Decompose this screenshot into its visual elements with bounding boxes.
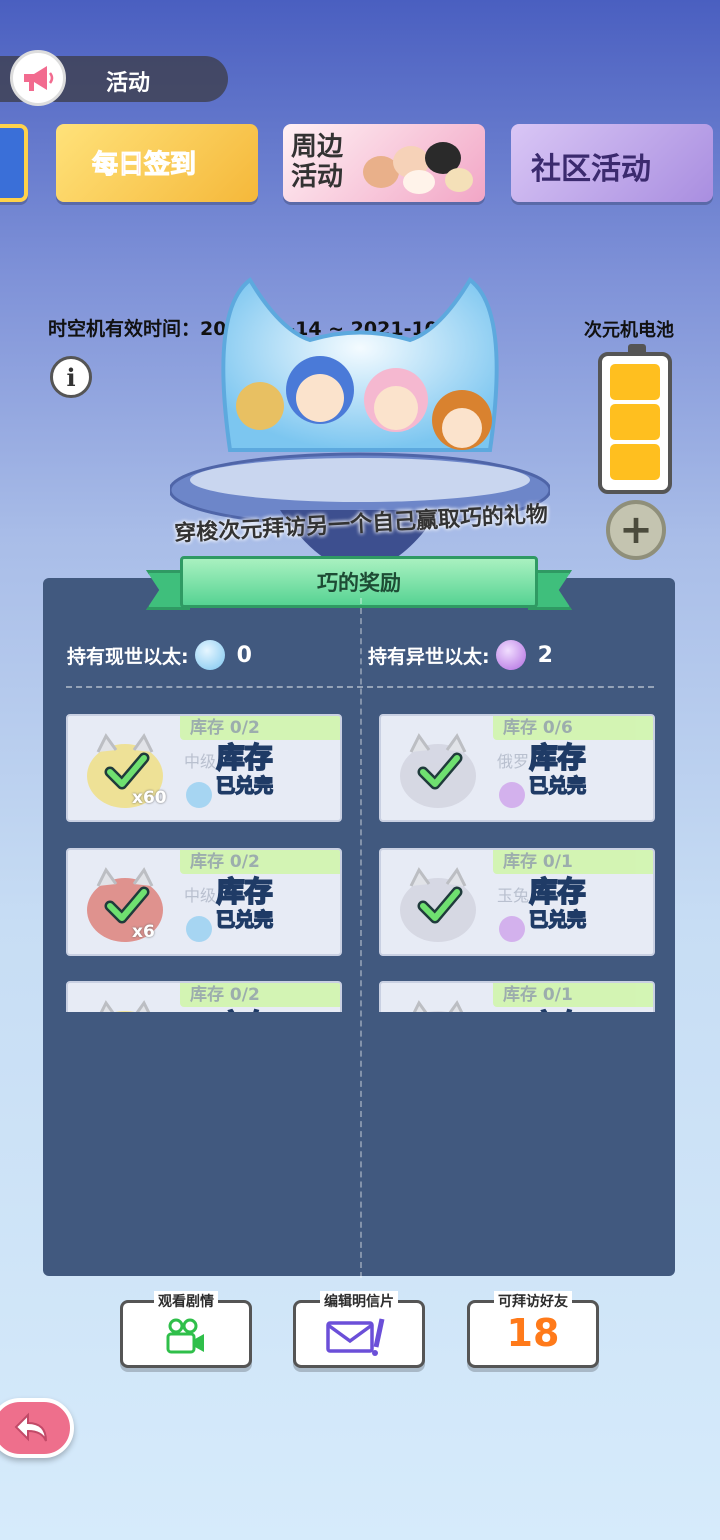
mail-icon bbox=[326, 1318, 385, 1356]
other-ether-icon bbox=[495, 640, 526, 670]
ether-cost-icon bbox=[186, 916, 212, 942]
battery-gauge bbox=[598, 344, 672, 494]
sold-out-subtitle: 已兑完 bbox=[215, 908, 274, 932]
item-quantity: x60 bbox=[132, 788, 167, 808]
item-name: 玉兔 bbox=[497, 886, 530, 905]
community-activity-label: 社区活动 bbox=[531, 152, 651, 187]
item-name: 俄罗 bbox=[497, 752, 530, 771]
sold-out-subtitle: 已兑完 bbox=[528, 908, 587, 932]
visitable-friends-button[interactable]: 可拜访好友 18 bbox=[467, 1291, 599, 1368]
reward-item[interactable]: 库存 0/6 俄罗 库存 已兑完 bbox=[379, 714, 655, 822]
battery-label: 次元机电池 bbox=[584, 320, 674, 341]
other-ether-count: 2 bbox=[537, 642, 553, 668]
item-name: 中级 bbox=[184, 886, 217, 905]
stock-badge: 库存 0/1 bbox=[493, 850, 653, 874]
stock-badge: 库存 0/2 bbox=[180, 850, 340, 874]
other-ether-label: 持有异世以太: bbox=[368, 645, 490, 668]
item-quantity: x6 bbox=[132, 922, 155, 942]
sold-out-title: 库存 bbox=[215, 875, 273, 909]
sold-out-subtitle: 已兑完 bbox=[528, 774, 587, 798]
redeemed-check-icon bbox=[417, 752, 463, 790]
sold-out-title: 库存 bbox=[528, 741, 586, 775]
stock-badge: 库存 0/2 bbox=[180, 983, 340, 1007]
ether-cost-icon bbox=[499, 916, 525, 942]
item-name: 中级 bbox=[184, 752, 217, 771]
battery-cell bbox=[610, 444, 660, 480]
back-arrow-icon bbox=[14, 1412, 47, 1442]
merch-activity-label: 周边活动 bbox=[291, 132, 344, 192]
reward-item[interactable]: 库存 0/2 中级 x6 库存 已兑完 bbox=[66, 848, 342, 956]
activity-title: 活动 bbox=[106, 71, 151, 96]
watch-story-button[interactable]: 观看剧情 bbox=[120, 1291, 252, 1368]
daily-checkin-banner[interactable]: 每日签到 bbox=[56, 124, 258, 202]
reward-ribbon: 巧的奖励 bbox=[146, 556, 572, 620]
real-ether-count: 0 bbox=[236, 642, 252, 668]
battery-cell bbox=[610, 364, 660, 400]
info-icon[interactable]: i bbox=[50, 356, 92, 398]
visitable-friends-label: 可拜访好友 bbox=[494, 1291, 572, 1311]
watch-story-label: 观看剧情 bbox=[154, 1291, 218, 1311]
back-button[interactable] bbox=[0, 1398, 74, 1458]
stock-badge: 库存 0/1 bbox=[493, 983, 653, 1007]
cats-illustration-icon bbox=[363, 142, 473, 194]
sold-out-overlay: 库存已兑完 bbox=[528, 741, 587, 798]
merch-activity-banner[interactable]: 周边活动 bbox=[283, 124, 485, 202]
reward-item[interactable]: 库存 0/1 玉兔库存已兑完 bbox=[379, 848, 655, 956]
edit-postcard-label: 编辑明信片 bbox=[320, 1291, 398, 1311]
banner-previous[interactable] bbox=[0, 124, 28, 202]
sold-out-overlay: 库存已兑完 bbox=[215, 741, 274, 798]
battery-cell bbox=[610, 404, 660, 440]
reward-title: 巧的奖励 bbox=[180, 556, 538, 608]
reward-item[interactable]: 库存 0/2 中级 x60 库存 已兑完 bbox=[66, 714, 342, 822]
megaphone-icon[interactable] bbox=[10, 50, 66, 106]
redeemed-check-icon bbox=[417, 886, 463, 924]
daily-checkin-label: 每日签到 bbox=[91, 150, 197, 181]
real-ether-icon bbox=[194, 640, 225, 670]
community-activity-banner[interactable]: 社区活动 bbox=[511, 124, 713, 202]
add-battery-button[interactable]: + bbox=[606, 500, 666, 560]
friends-count: 18 bbox=[506, 1311, 560, 1355]
ether-cost-icon bbox=[186, 782, 212, 808]
sold-out-overlay: 库存已兑完 bbox=[528, 875, 587, 932]
real-ether-label: 持有现世以太: bbox=[67, 645, 189, 668]
stock-badge: 库存 0/2 bbox=[180, 716, 340, 740]
edit-postcard-button[interactable]: 编辑明信片 bbox=[293, 1291, 425, 1368]
sold-out-subtitle: 已兑完 bbox=[215, 774, 274, 798]
sold-out-title: 库存 bbox=[215, 741, 273, 775]
stock-badge: 库存 0/6 bbox=[493, 716, 653, 740]
ether-cost-icon bbox=[499, 782, 525, 808]
sold-out-title: 库存 bbox=[528, 875, 586, 909]
video-camera-icon bbox=[166, 1318, 204, 1354]
other-ether-counter: 持有异世以太: 2 bbox=[368, 640, 553, 670]
real-ether-counter: 持有现世以太: 0 bbox=[67, 640, 252, 670]
sold-out-overlay: 库存已兑完 bbox=[215, 875, 274, 932]
